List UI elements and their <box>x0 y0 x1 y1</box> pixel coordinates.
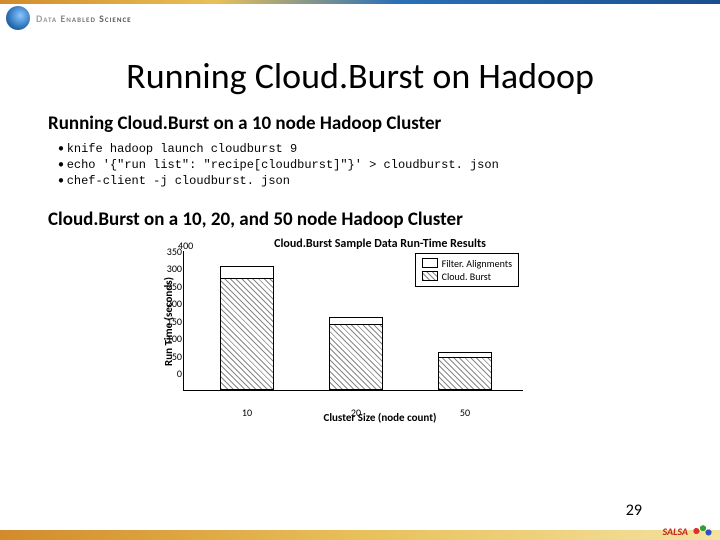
bar-cloudburst-50 <box>438 357 492 390</box>
command-line: knife hadoop launch cloudburst 9 <box>58 141 672 157</box>
brand-text: Data Enabled Science <box>36 12 132 25</box>
chart-container: 400 Cloud.Burst Sample Data Run-Time Res… <box>160 237 560 424</box>
legend-row-filter: Filter. Alignments <box>422 257 512 270</box>
section1-heading: Running Cloud.Burst on a 10 node Hadoop … <box>48 112 672 135</box>
bar-cloudburst-20 <box>329 324 383 390</box>
slide-body: Running Cloud.Burst on Hadoop Running Cl… <box>0 4 720 424</box>
command-line: chef-client -j cloudburst. json <box>58 173 672 189</box>
page-number: 29 <box>626 501 642 520</box>
legend-swatch-hatched <box>422 271 438 281</box>
footer-gradient <box>0 530 720 540</box>
chart-title: 400 Cloud.Burst Sample Data Run-Time Res… <box>200 237 560 251</box>
salsa-bubbles-icon <box>692 524 714 538</box>
footer-bar <box>0 522 720 540</box>
command-list: knife hadoop launch cloudburst 9 echo '{… <box>48 141 672 190</box>
bar-cloudburst-10 <box>220 278 274 390</box>
legend-swatch-white <box>422 258 438 268</box>
legend-row-cloudburst: Cloud. Burst <box>422 270 512 283</box>
page-title: Running Cloud.Burst on Hadoop <box>48 54 672 98</box>
command-line: echo '{"run list": "recipe[cloudburst]"}… <box>58 157 672 173</box>
x-axis-label: Cluster Size (node count) <box>200 411 560 424</box>
y-axis-ticks: 350 300 250 200 150 100 50 0 <box>154 245 182 397</box>
section2-heading: Cloud.Burst on a 10, 20, and 50 node Had… <box>48 208 672 231</box>
brand-block: Data Enabled Science <box>6 6 132 30</box>
chart-plot-area: 350 300 250 200 150 100 50 0 <box>183 251 523 391</box>
footer-logo: SALSA <box>662 524 714 538</box>
chart-legend: Filter. Alignments Cloud. Burst <box>415 253 519 287</box>
brand-globe-icon <box>6 6 30 30</box>
